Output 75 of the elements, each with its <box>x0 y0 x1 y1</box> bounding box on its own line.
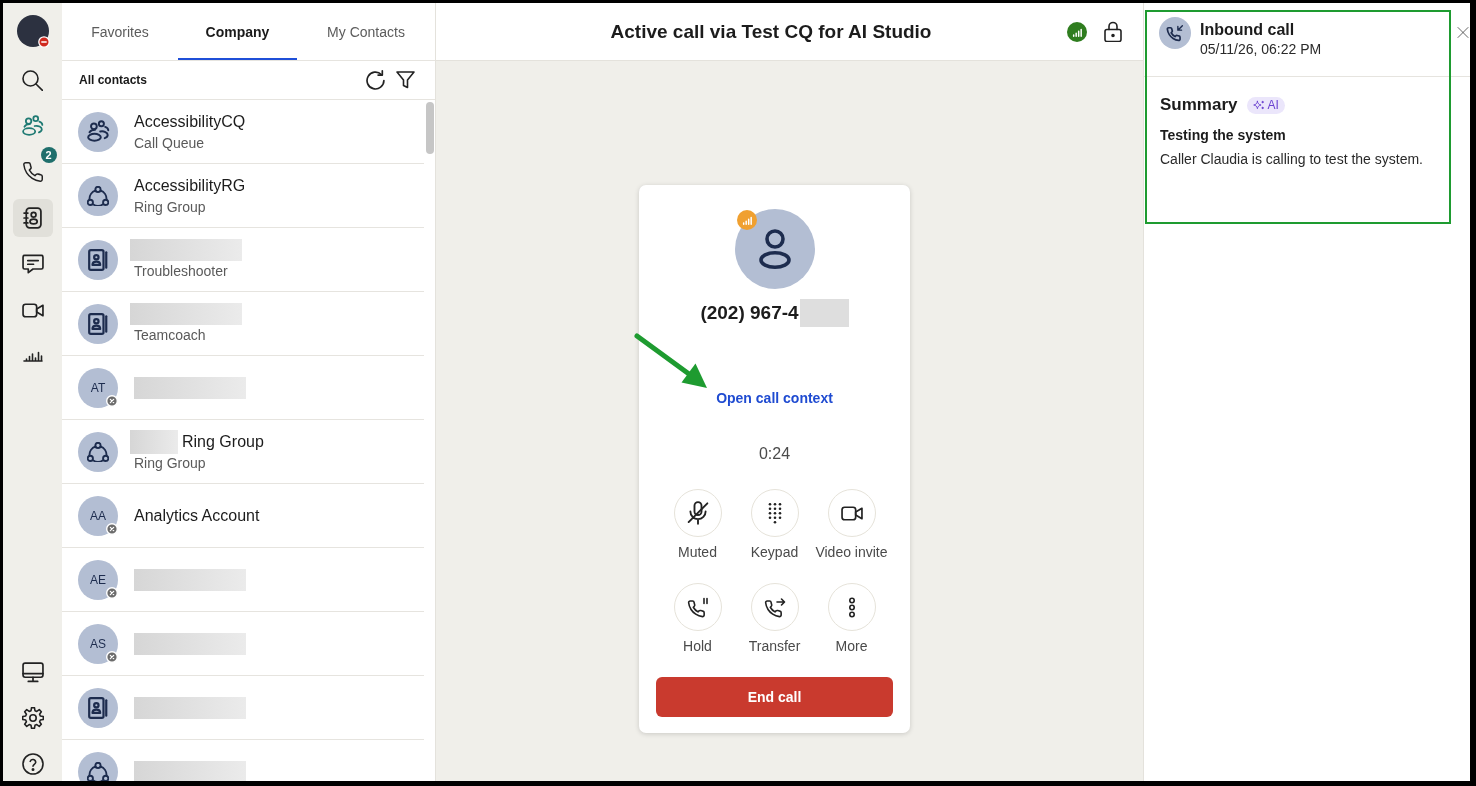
incoming-call-icon <box>1159 17 1191 49</box>
contact-card-icon <box>78 239 118 280</box>
network-icon <box>78 751 118 781</box>
call-title: Active call via Test CQ for AI Studio <box>609 20 933 43</box>
context-title: Inbound call <box>1200 20 1295 40</box>
search-icon <box>22 69 43 91</box>
control-label: Muted <box>678 543 717 561</box>
lock-icon[interactable] <box>1104 21 1122 42</box>
call-control-button[interactable] <box>750 583 799 631</box>
contacts-tab[interactable]: My Contacts <box>297 3 435 60</box>
contact-card-icon <box>78 303 118 344</box>
call-control-button[interactable] <box>827 489 876 537</box>
phone-icon <box>22 162 43 182</box>
bar-chart-icon <box>22 350 43 362</box>
call-timer: 0:24 <box>758 444 791 463</box>
contact-type: Ring Group <box>134 453 206 473</box>
video-camera-icon <box>21 302 44 318</box>
phone-forward-icon <box>763 596 786 618</box>
signal-icon <box>1067 21 1087 42</box>
initials-avatar: AA <box>78 495 118 536</box>
unread-badge: 2 <box>40 147 57 163</box>
call-context-link[interactable]: Open call context <box>716 390 833 406</box>
contact-name: AccessibilityRG <box>134 175 246 196</box>
call-control-button[interactable] <box>673 489 722 537</box>
control-label: Hold <box>683 637 712 655</box>
list-title: All contacts <box>79 73 147 87</box>
initials-avatar: AE <box>78 559 118 600</box>
initials-avatar: AS <box>78 623 118 664</box>
phone-pause-icon <box>686 596 709 618</box>
contacts-tab[interactable]: Favorites <box>62 3 178 60</box>
people-icon <box>78 111 118 152</box>
sparkle-icon <box>1253 100 1265 110</box>
summary-text: Caller Claudia is calling to test the system. <box>1160 150 1423 168</box>
control-label: Transfer <box>748 637 801 655</box>
monitor-icon <box>21 661 44 683</box>
phone-number: (202) 967-4 <box>700 302 799 324</box>
contact-card-icon <box>78 687 118 728</box>
scrollbar-thumb[interactable] <box>426 102 434 154</box>
contacts-tab[interactable]: Company <box>178 3 297 60</box>
contact-book-icon <box>23 207 42 229</box>
keypad-icon <box>767 502 782 524</box>
contact-type: Ring Group <box>134 197 206 217</box>
call-control-button[interactable] <box>673 583 722 631</box>
signal-icon <box>736 210 757 230</box>
network-icon <box>78 431 118 472</box>
settings-icon <box>21 707 44 729</box>
contact-type: Teamcoach <box>134 325 206 345</box>
summary-topic: Testing the system <box>1160 126 1286 144</box>
refresh-icon[interactable] <box>366 70 386 90</box>
help-icon <box>21 753 44 775</box>
badge-label: AI <box>1267 98 1279 112</box>
close-icon <box>1457 26 1469 39</box>
network-icon <box>78 175 118 216</box>
contact-type: Troubleshooter <box>134 261 228 281</box>
contact-type: Call Queue <box>134 133 205 153</box>
call-control-button[interactable] <box>827 583 876 631</box>
section-heading: Summary <box>1160 95 1238 115</box>
filter-icon[interactable] <box>396 71 415 89</box>
avatar-photo[interactable] <box>16 15 49 47</box>
call-timestamp: 05/11/26, 06:22 PM <box>1200 40 1322 58</box>
initials-avatar: AT <box>78 367 118 408</box>
contact-name: Analytics Account <box>134 505 260 526</box>
control-label: Video invite <box>815 543 888 561</box>
control-label: Keypad <box>750 543 799 561</box>
muted-microphone-icon <box>686 501 709 525</box>
contact-name: AccessibilityCQ <box>134 111 246 132</box>
more-icon <box>847 596 856 618</box>
end-call-button[interactable]: End call <box>656 677 893 717</box>
people-icon <box>21 115 44 137</box>
chat-icon <box>21 254 44 274</box>
contact-name: Ring Group <box>182 431 264 452</box>
call-control-button[interactable] <box>750 489 799 537</box>
control-label: More <box>835 637 868 655</box>
nav-button[interactable] <box>12 199 53 237</box>
video-camera-icon <box>840 505 863 521</box>
